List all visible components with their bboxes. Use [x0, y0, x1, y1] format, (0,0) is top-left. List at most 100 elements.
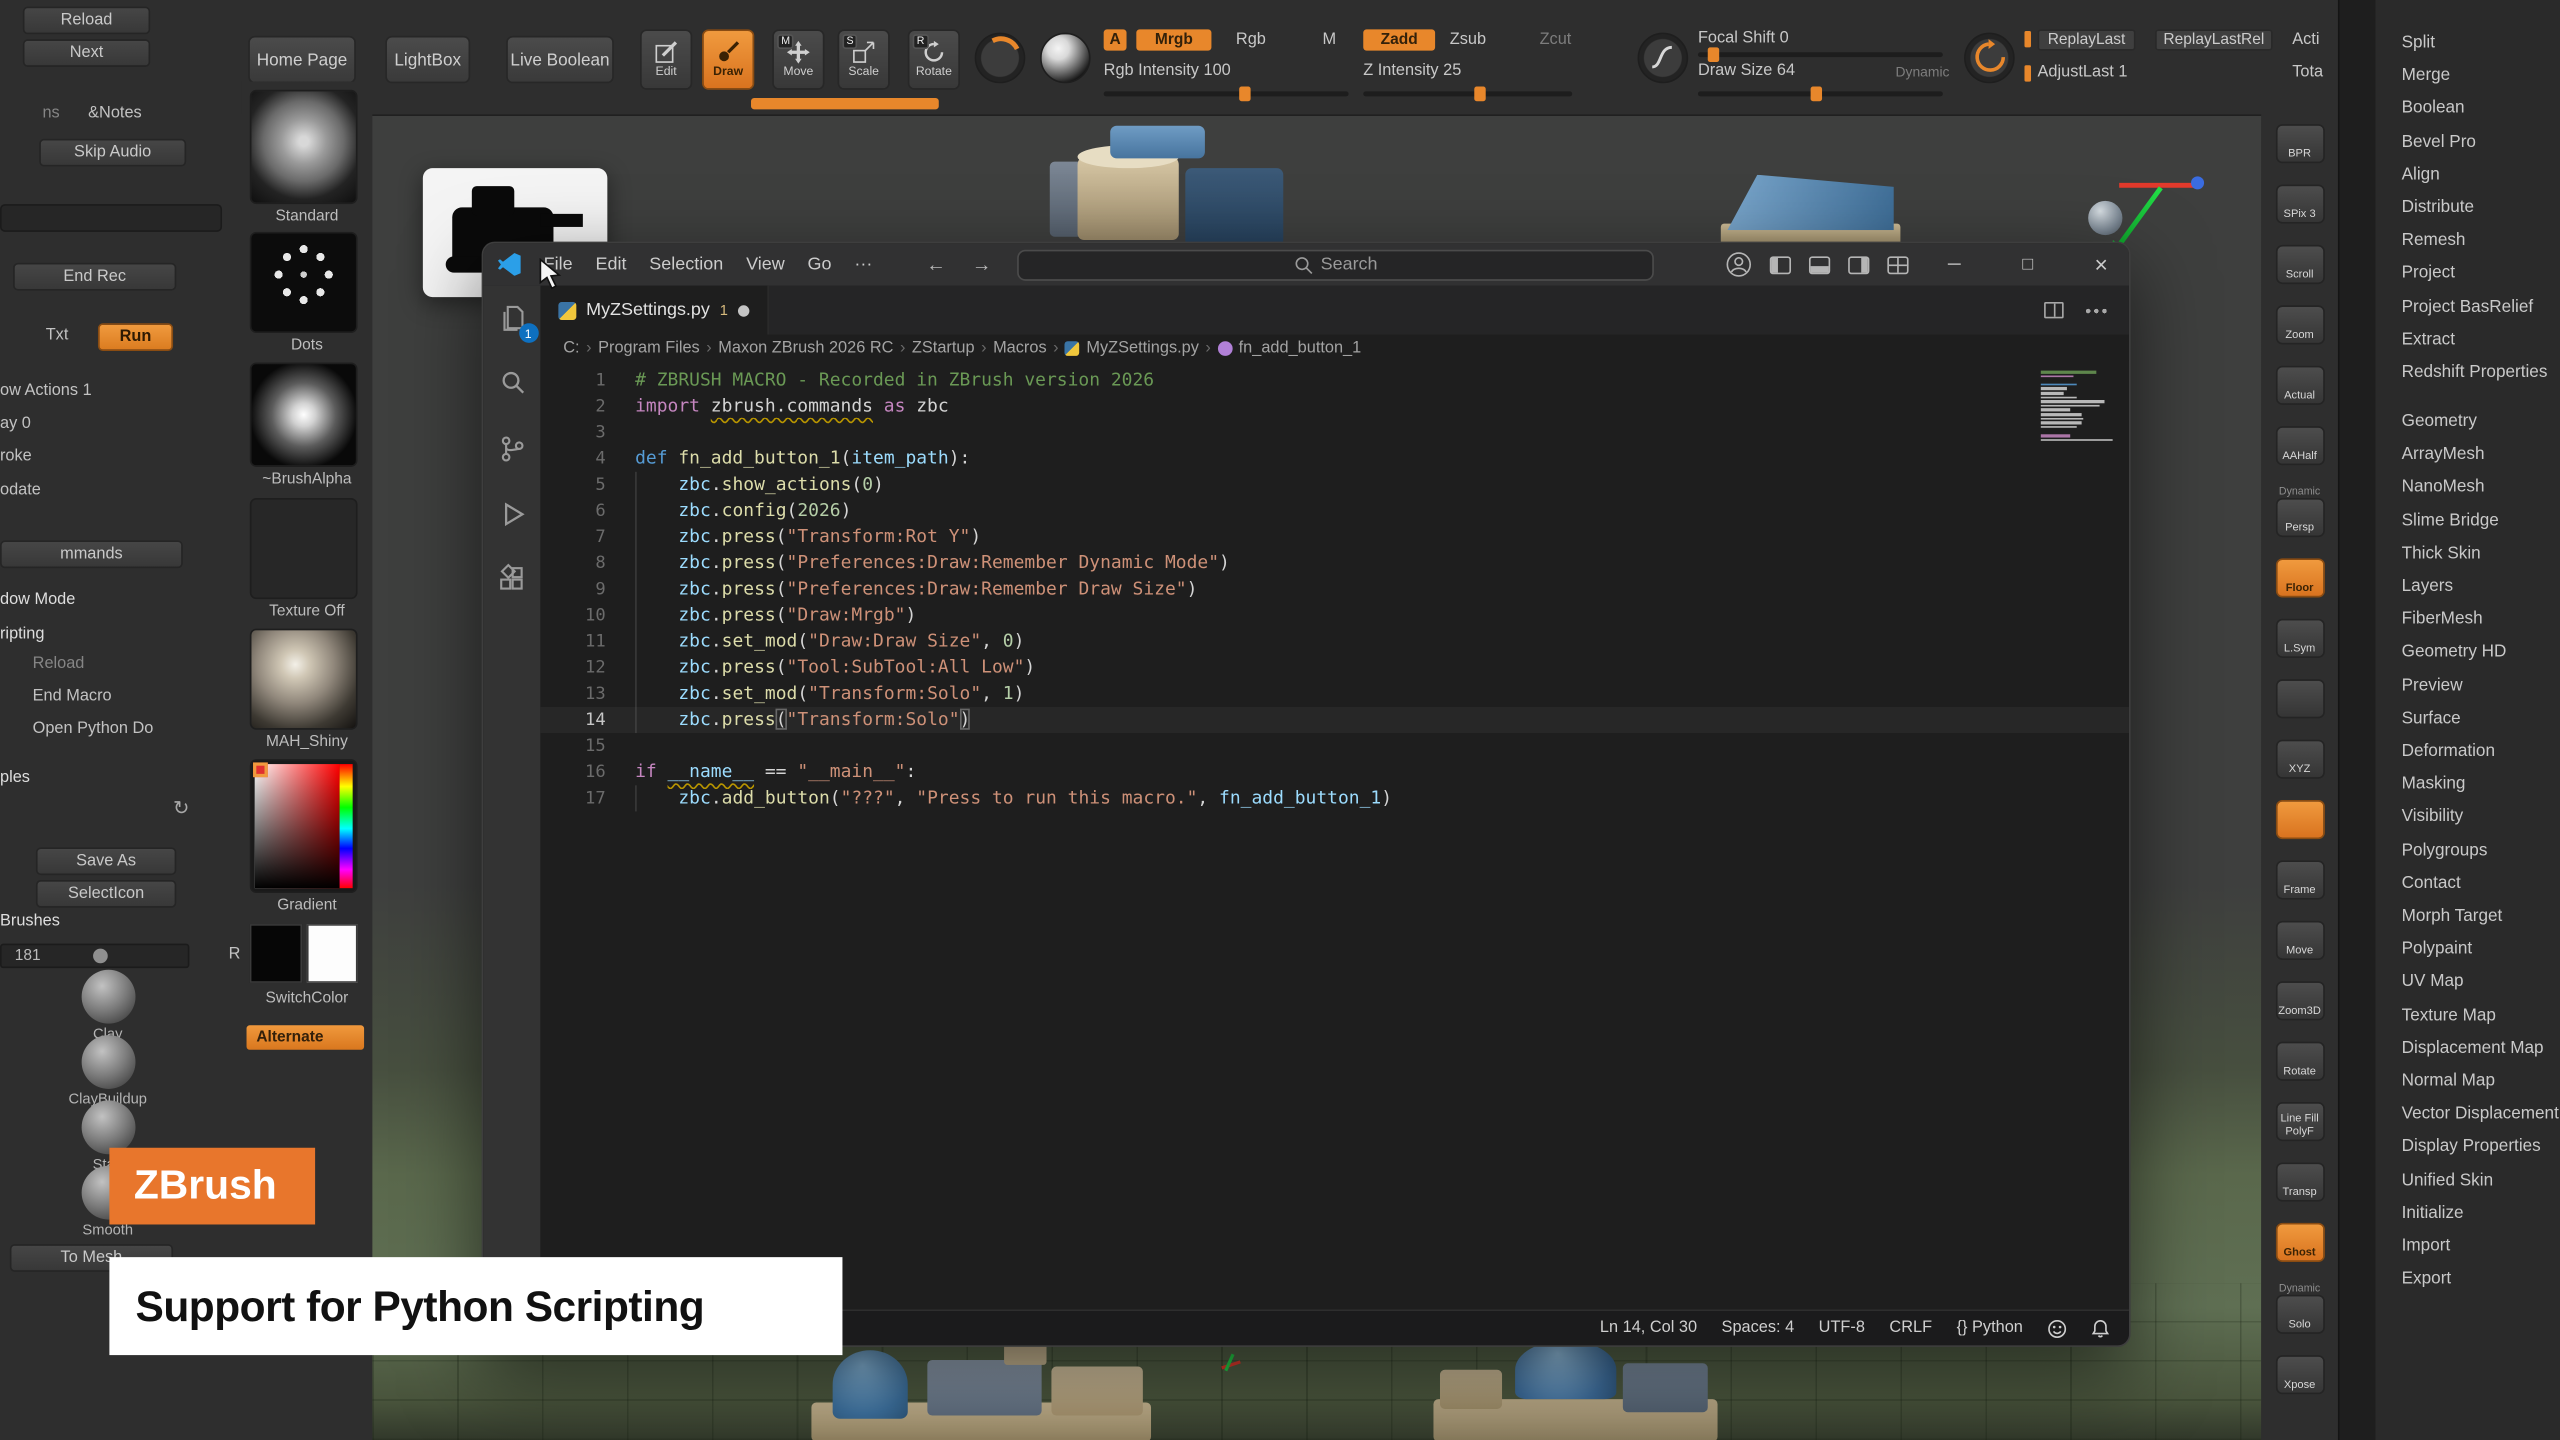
breadcrumb-item[interactable]: C: [563, 339, 579, 357]
subpalette-remesh[interactable]: Remesh [2402, 224, 2557, 257]
stroke-icon[interactable] [975, 33, 1026, 84]
subpalette-project-basrelief[interactable]: Project BasRelief [2402, 290, 2557, 323]
floor-button[interactable]: Floor [2270, 558, 2329, 597]
toggle-secondary-sidebar-icon[interactable] [1848, 256, 1869, 274]
ghost-button[interactable]: Ghost [2270, 1223, 2329, 1262]
extensions-icon[interactable] [494, 563, 530, 596]
subpalette-merge[interactable]: Merge [2402, 59, 2557, 92]
subpalette-display-properties[interactable]: Display Properties [2402, 1131, 2557, 1164]
zadd-toggle[interactable]: Zadd [1363, 29, 1435, 50]
left-panel-ples[interactable]: ples [0, 769, 30, 787]
source-control-icon[interactable] [494, 433, 530, 466]
draw-button[interactable]: Draw [702, 29, 754, 89]
xpose-button[interactable]: Xpose [2270, 1355, 2329, 1394]
xyz-button[interactable]: XYZ [2270, 740, 2329, 779]
brush-claybuildup[interactable]: ClayBuildup [49, 1035, 167, 1107]
rgb-intensity-label[interactable]: Rgb Intensity 100 [1104, 62, 1231, 80]
persp-button[interactable]: DynamicPersp [2270, 487, 2329, 538]
status-item-python[interactable]: {} Python [1957, 1319, 2023, 1337]
replay-icon[interactable] [1964, 33, 2015, 84]
gradient-thumbnail[interactable] [250, 759, 358, 893]
frame-button[interactable]: Frame [2270, 860, 2329, 899]
scale-button[interactable]: S Scale [838, 29, 890, 89]
explorer-icon[interactable]: 1 [494, 302, 530, 335]
subpalette-geometry[interactable]: Geometry [2402, 405, 2557, 438]
action-label[interactable]: Acti [2292, 31, 2319, 49]
editor[interactable]: 1# ZBRUSH MACRO - Recorded in ZBrush ver… [540, 361, 2129, 1310]
rgb-toggle[interactable]: Rgb [1236, 31, 1266, 49]
subpalette-boolean[interactable]: Boolean [2402, 92, 2557, 125]
alpha-icon[interactable] [1040, 33, 1091, 84]
menu-item-[interactable]: ··· [843, 243, 884, 285]
left-panel-skip-audio[interactable]: Skip Audio [39, 139, 186, 167]
left-panel-open-python-do[interactable]: Open Python Do [33, 720, 154, 738]
switchcolor-thumbnail[interactable] [250, 924, 358, 986]
customize-layout-icon[interactable] [1887, 256, 1908, 274]
minimize-button[interactable]: ─ [1927, 243, 1983, 285]
lightbox-button[interactable]: LightBox [385, 36, 470, 83]
account-icon[interactable] [1726, 251, 1752, 277]
subpalette-initialize[interactable]: Initialize [2402, 1197, 2557, 1230]
left-panel-mmands[interactable]: mmands [0, 540, 183, 568]
minimap[interactable] [2041, 371, 2113, 441]
subpalette-normal-map[interactable]: Normal Map [2402, 1065, 2557, 1098]
code-line[interactable]: 17 zbc.add_button("???", "Press to run t… [540, 785, 2129, 811]
maximize-button[interactable]: □ [2000, 243, 2056, 285]
breadcrumb-item[interactable]: Maxon ZBrush 2026 RC [718, 339, 893, 357]
subpalette-project[interactable]: Project [2402, 257, 2557, 290]
left-panel-box[interactable] [0, 204, 222, 232]
status-item-spaces-4[interactable]: Spaces: 4 [1722, 1319, 1795, 1337]
breadcrumb-item[interactable]: ZStartup [912, 339, 975, 357]
left-panel-reload[interactable]: Reload [33, 655, 85, 673]
brushalpha-thumbnail[interactable] [250, 362, 358, 466]
subpalette-redshift-properties[interactable]: Redshift Properties [2402, 356, 2557, 389]
code-line[interactable]: 11 zbc.set_mod("Draw:Draw Size", 0) [540, 629, 2129, 655]
notifications-bell-icon[interactable] [2091, 1318, 2109, 1338]
replay-last-button[interactable]: ReplayLast [2038, 29, 2136, 50]
bpr-button[interactable]: BPR [2270, 124, 2329, 163]
code-line[interactable]: 16if __name__ == "__main__": [540, 759, 2129, 785]
m-toggle[interactable]: M [1322, 31, 1336, 49]
focal-shift-label[interactable]: Focal Shift 0 [1698, 29, 1789, 47]
line-fill-polyf-button[interactable]: Line Fill PolyF [2270, 1102, 2329, 1141]
subpalette-displacement-map[interactable]: Displacement Map [2402, 1032, 2557, 1065]
menu-item-edit[interactable]: Edit [584, 243, 638, 285]
subpalette-layers[interactable]: Layers [2402, 570, 2557, 603]
code-line[interactable]: 4def fn_add_button_1(item_path): [540, 446, 2129, 472]
code-line[interactable]: 10 zbc.press("Draw:Mrgb") [540, 602, 2129, 628]
zcut-toggle[interactable]: Zcut [1540, 31, 1572, 49]
code-line[interactable]: 8 zbc.press("Preferences:Draw:Remember D… [540, 550, 2129, 576]
status-item-ln-14-col-30[interactable]: Ln 14, Col 30 [1600, 1319, 1697, 1337]
toggle-sidebar-icon[interactable] [1770, 256, 1791, 274]
menu-item-view[interactable]: View [735, 243, 796, 285]
total-label[interactable]: Tota [2292, 64, 2323, 82]
code-line[interactable]: 13 zbc.set_mod("Transform:Solo", 1) [540, 681, 2129, 707]
status-item-utf-8[interactable]: UTF-8 [1819, 1319, 1865, 1337]
focal-shift-slider[interactable] [1698, 52, 1943, 57]
search-box[interactable]: Search [1018, 249, 1655, 280]
code-line[interactable]: 15 [540, 733, 2129, 759]
code-line[interactable]: 3 [540, 420, 2129, 446]
a-toggle[interactable]: A [1104, 29, 1127, 50]
subpalette-export[interactable]: Export [2402, 1262, 2557, 1295]
adjust-last-label[interactable]: AdjustLast 1 [2038, 64, 2128, 82]
subpalette-extract[interactable]: Extract [2402, 323, 2557, 356]
left-panel-next[interactable]: Next [23, 39, 150, 67]
dots-thumbnail[interactable] [250, 232, 358, 333]
breadcrumb-item[interactable]: MyZSettings.py [1086, 339, 1199, 357]
subpalette-slime-bridge[interactable]: Slime Bridge [2402, 504, 2557, 537]
left-panel-end-macro[interactable]: End Macro [33, 687, 112, 705]
left-panel-ripting[interactable]: ripting [0, 625, 44, 643]
code-line[interactable]: 2import zbrush.commands as zbc [540, 393, 2129, 419]
menu-item-selection[interactable]: Selection [638, 243, 735, 285]
subpalette-geometry-hd[interactable]: Geometry HD [2402, 636, 2557, 669]
split-editor-icon[interactable] [2044, 302, 2064, 318]
subpalette-unified-skin[interactable]: Unified Skin [2402, 1164, 2557, 1197]
live-boolean-button[interactable]: Live Boolean [506, 36, 614, 83]
standard-thumbnail[interactable] [250, 90, 358, 204]
tab-myzsettings[interactable]: MyZSettings.py 1 [540, 286, 768, 335]
subpalette-distribute[interactable]: Distribute [2402, 191, 2557, 224]
transp-button[interactable]: Transp [2270, 1162, 2329, 1201]
left-panel-ow-actions-1[interactable]: ow Actions 1 [0, 382, 92, 400]
code-line[interactable]: 14 zbc.press("Transform:Solo") [540, 707, 2129, 733]
